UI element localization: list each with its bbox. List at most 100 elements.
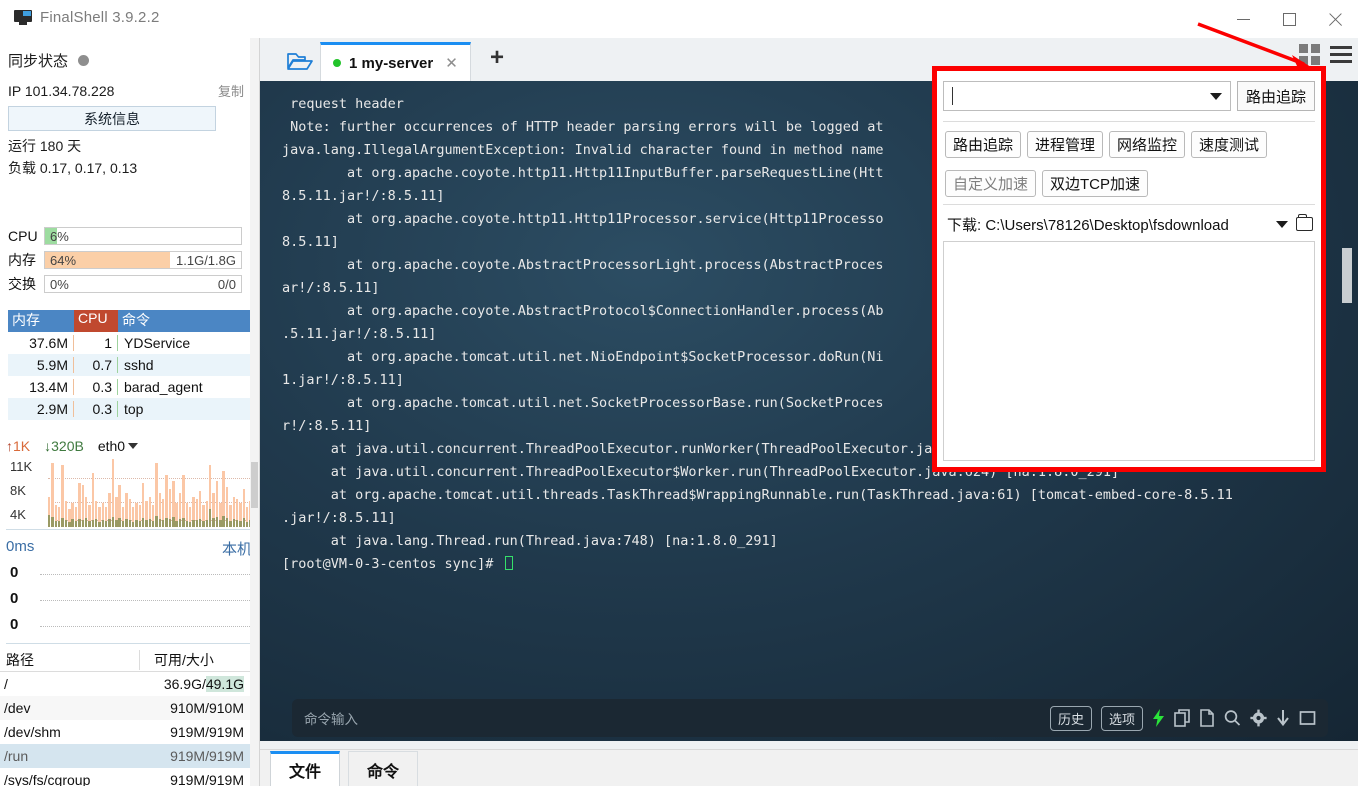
meter-percent: 0% xyxy=(50,277,69,292)
popup-button-4[interactable]: 速度测试 xyxy=(1191,131,1268,158)
paste-icon[interactable] xyxy=(1200,709,1215,727)
meter-percent: 6% xyxy=(50,229,69,244)
process-row[interactable]: 37.6M 1 YDService xyxy=(8,332,258,354)
window-icon[interactable] xyxy=(1299,709,1316,727)
network-bar-rx xyxy=(158,519,162,527)
command-input-placeholder: 命令输入 xyxy=(304,712,358,728)
meter-bar: 64% 1.1G/1.8G xyxy=(44,251,242,269)
terminal-cursor xyxy=(505,556,514,570)
network-bar-rx xyxy=(138,521,141,527)
process-header-cpu[interactable]: CPU xyxy=(74,310,118,332)
disk-path: /dev xyxy=(4,700,31,716)
local-label: 本机 xyxy=(221,541,252,558)
terminal-scrollbar-thumb[interactable] xyxy=(1342,248,1352,303)
popup-button-2[interactable]: 进程管理 xyxy=(1027,131,1104,158)
tab-close-icon[interactable]: ✕ xyxy=(445,54,458,72)
host-combo-input[interactable] xyxy=(943,81,1231,111)
process-mem: 37.6M xyxy=(8,335,74,351)
popup-button-6[interactable]: 双边TCP加速 xyxy=(1042,170,1149,197)
network-bar-rx xyxy=(88,521,91,527)
latency-y-label: 0 xyxy=(10,616,19,633)
copy-button[interactable]: 复制 xyxy=(218,81,244,100)
disk-size: 919M/919M xyxy=(170,724,244,740)
network-bar-rx xyxy=(101,520,105,527)
chevron-down-icon[interactable] xyxy=(1209,92,1222,100)
process-header-mem[interactable]: 内存 xyxy=(8,310,74,332)
network-bar-rx xyxy=(81,520,84,527)
meter-label: 交换 xyxy=(8,276,36,292)
disk-row[interactable]: / 36.9G/49.1G xyxy=(0,672,250,696)
search-icon[interactable] xyxy=(1224,709,1241,727)
popup-button-5[interactable]: 自定义加速 xyxy=(945,170,1037,197)
sidebar-scrollbar-thumb[interactable] xyxy=(251,462,258,508)
menu-icon[interactable] xyxy=(1330,46,1352,63)
network-bar-rx xyxy=(229,521,232,527)
download-icon[interactable] xyxy=(1276,709,1290,727)
network-bar-rx xyxy=(98,522,101,527)
network-bar-rx xyxy=(195,520,199,527)
sync-status-row: 同步状态 xyxy=(8,50,90,71)
disk-header-size[interactable]: 可用/大小 xyxy=(140,650,250,670)
process-row[interactable]: 13.4M 0.3 barad_agent xyxy=(8,376,258,398)
network-bar-rx xyxy=(125,519,128,527)
popup-button-3[interactable]: 网络监控 xyxy=(1109,131,1186,158)
command-history-button[interactable]: 历史 xyxy=(1049,705,1092,731)
tab-my-server[interactable]: 1 my-server ✕ xyxy=(320,42,471,81)
process-cpu: 1 xyxy=(74,335,118,351)
network-y-label: 11K xyxy=(10,459,33,474)
network-bar-rx xyxy=(68,522,71,527)
annotation-arrow xyxy=(1197,22,1314,69)
network-bar-rx xyxy=(202,521,205,527)
new-tab-button[interactable]: + xyxy=(490,46,504,70)
interface-selector[interactable]: eth0 xyxy=(98,438,139,454)
network-chart-y-labels: 11K 8K 4K xyxy=(6,458,46,530)
popup-button-1[interactable]: 路由追踪 xyxy=(945,131,1022,158)
sidebar: 同步状态 IP 101.34.78.228 复制 系统信息 运行 180 天 负… xyxy=(0,38,258,786)
ip-row: IP 101.34.78.228 复制 xyxy=(8,81,244,100)
disk-header-path[interactable]: 路径 xyxy=(0,649,140,670)
process-row[interactable]: 2.9M 0.3 top xyxy=(8,398,258,420)
bottom-tab-commands[interactable]: 命令 xyxy=(348,751,419,786)
disk-row[interactable]: /run 919M/919M xyxy=(0,744,250,768)
system-info-button[interactable]: 系统信息 xyxy=(8,106,216,131)
upload-rate: ↑1K xyxy=(6,438,31,454)
command-input-actions: 历史 选项 xyxy=(1049,705,1316,731)
network-bar-rx xyxy=(235,520,239,527)
popup-divider-top xyxy=(943,121,1315,122)
disk-row[interactable]: /dev/shm 919M/919M xyxy=(0,720,250,744)
sync-status-dot xyxy=(78,55,90,66)
network-bar-rx xyxy=(242,518,245,527)
sync-status-label: 同步状态 xyxy=(8,53,69,70)
meter-label: 内存 xyxy=(8,252,36,268)
disk-path: / xyxy=(4,676,8,692)
disk-table-header: 路径 可用/大小 xyxy=(0,648,250,672)
disk-row[interactable]: /dev 910M/910M xyxy=(0,696,250,720)
gear-icon[interactable] xyxy=(1250,709,1267,727)
command-input-bar[interactable]: 命令输入 历史 选项 xyxy=(292,699,1328,737)
sidebar-scrollbar[interactable] xyxy=(250,38,259,786)
disk-row[interactable]: /sys/fs/cgroup 919M/919M xyxy=(0,768,250,786)
download-rate: ↓320B xyxy=(44,438,84,454)
network-y-label: 4K xyxy=(10,507,26,522)
copy-icon[interactable] xyxy=(1174,709,1191,727)
popup-button-row: 路由追踪 进程管理 网络监控 速度测试 xyxy=(945,131,1313,158)
trace-route-button[interactable]: 路由追踪 xyxy=(1236,81,1315,111)
lightning-icon[interactable] xyxy=(1152,709,1165,727)
network-bar-rx xyxy=(145,520,148,527)
process-header-cmd[interactable]: 命令 xyxy=(118,310,258,332)
open-folder-icon[interactable] xyxy=(278,46,322,76)
process-row[interactable]: 5.9M 0.7 sshd xyxy=(8,354,258,376)
command-options-button[interactable]: 选项 xyxy=(1100,705,1143,731)
disk-path: /sys/fs/cgroup xyxy=(4,772,91,786)
popup-content-area xyxy=(943,241,1315,461)
network-bar-rx xyxy=(209,509,212,527)
folder-icon[interactable] xyxy=(1296,214,1313,231)
disk-size: 919M/919M xyxy=(170,748,244,764)
download-path-label: 下载: C:\Users\78126\Desktop\fsdownload xyxy=(947,216,1229,234)
network-bar-rx xyxy=(182,518,185,527)
meter-0: CPU 6% xyxy=(8,226,242,246)
chevron-down-icon[interactable] xyxy=(1276,220,1288,228)
bottom-tab-files[interactable]: 文件 xyxy=(270,751,341,786)
terminal-line: .jar!/:8.5.11] xyxy=(282,510,396,526)
network-bar-rx xyxy=(232,519,235,527)
